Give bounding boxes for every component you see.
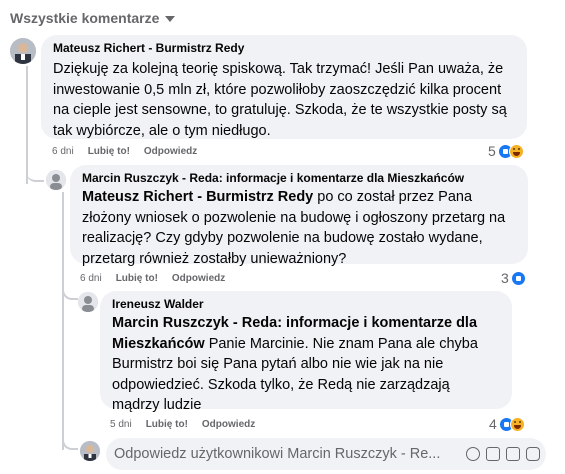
comment-actions: 5 dni Lubię to! Odpowiedz bbox=[110, 419, 255, 430]
reply-button[interactable]: Odpowiedz bbox=[144, 146, 197, 157]
reaction-summary[interactable]: 3 bbox=[501, 270, 526, 286]
comment-time[interactable]: 6 dni bbox=[80, 273, 102, 284]
reply-composer bbox=[106, 438, 546, 470]
comment-time[interactable]: 5 dni bbox=[110, 419, 132, 430]
reply-button[interactable]: Odpowiedz bbox=[202, 419, 255, 430]
comment-text: Marcin Ruszczyk - Reda: informacje i kom… bbox=[112, 313, 500, 416]
comments-filter[interactable]: Wszystkie komentarze bbox=[10, 10, 176, 26]
reply-input[interactable] bbox=[114, 446, 462, 462]
comment-author[interactable]: Mateusz Richert - Burmistrz Redy bbox=[53, 41, 515, 56]
like-reaction-icon bbox=[510, 270, 526, 286]
avatar[interactable] bbox=[78, 292, 98, 312]
comment-bubble: Marcin Ruszczyk - Reda: informacje i kom… bbox=[70, 165, 528, 267]
thread-elbow-2 bbox=[62, 278, 78, 300]
sticker-icon[interactable] bbox=[526, 447, 540, 461]
camera-icon[interactable] bbox=[486, 447, 500, 461]
composer-tools bbox=[466, 447, 540, 461]
like-button[interactable]: Lubię to! bbox=[88, 146, 130, 157]
like-button[interactable]: Lubię to! bbox=[116, 273, 158, 284]
comment-text: Mateusz Richert - Burmistrz Redy po co z… bbox=[82, 187, 516, 269]
haha-reaction-icon bbox=[508, 143, 524, 159]
reaction-summary[interactable]: 4 bbox=[489, 416, 525, 432]
thread-line-2 bbox=[62, 192, 64, 450]
avatar[interactable] bbox=[46, 170, 66, 190]
reply-button[interactable]: Odpowiedz bbox=[172, 273, 225, 284]
caret-down-icon bbox=[165, 16, 176, 22]
thread-elbow-1 bbox=[26, 150, 44, 182]
emoji-icon[interactable] bbox=[466, 447, 480, 461]
thread-elbow-3 bbox=[62, 420, 78, 450]
comment-time[interactable]: 6 dni bbox=[52, 146, 74, 157]
comment-author[interactable]: Marcin Ruszczyk - Reda: informacje i kom… bbox=[82, 171, 516, 186]
avatar[interactable] bbox=[10, 38, 36, 64]
haha-reaction-icon bbox=[509, 416, 525, 432]
comment-text: Dziękuję za kolejną teorię spiskową. Tak… bbox=[53, 61, 507, 139]
comments-filter-label: Wszystkie komentarze bbox=[10, 10, 160, 26]
comment-bubble: Ireneusz Walder Marcin Ruszczyk - Reda: … bbox=[100, 291, 512, 413]
gif-icon[interactable] bbox=[506, 447, 520, 461]
comment-bubble: Mateusz Richert - Burmistrz Redy Dziękuj… bbox=[41, 35, 527, 139]
reaction-summary[interactable]: 5 bbox=[488, 143, 524, 159]
reaction-count: 4 bbox=[489, 416, 497, 432]
like-button[interactable]: Lubię to! bbox=[146, 419, 188, 430]
comment-actions: 6 dni Lubię to! Odpowiedz bbox=[52, 146, 197, 157]
comment-mention[interactable]: Mateusz Richert - Burmistrz Redy bbox=[82, 189, 313, 205]
reaction-count: 3 bbox=[501, 270, 509, 286]
reaction-count: 5 bbox=[488, 143, 496, 159]
comment-author[interactable]: Ireneusz Walder bbox=[112, 297, 500, 312]
comment-actions: 6 dni Lubię to! Odpowiedz bbox=[80, 273, 225, 284]
avatar[interactable] bbox=[80, 441, 100, 461]
